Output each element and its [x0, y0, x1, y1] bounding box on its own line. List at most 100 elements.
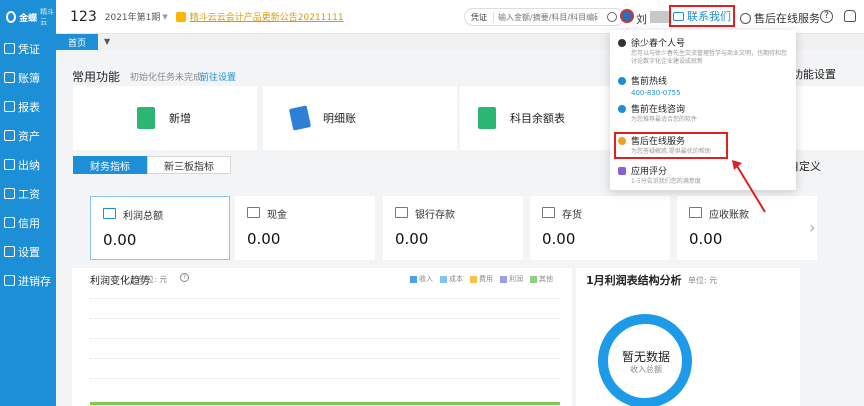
- go-setup-link[interactable]: 前往设置: [200, 70, 236, 83]
- sidebar-item-label: 账簿: [18, 71, 40, 85]
- sidebar-item-label: 报表: [18, 100, 40, 114]
- dropdown-item-founder-account[interactable]: 徐少春个人号 您可以与徐少春先生交流管理哲学与商业文明，也期待和您讨论数字化企业…: [618, 36, 790, 66]
- metric-card-total-profit[interactable]: 利润总额 0.00: [90, 196, 230, 260]
- tab-neeq-indicators[interactable]: 新三板指标: [147, 156, 231, 174]
- logo-icon: [6, 11, 17, 23]
- metric-card-receivables[interactable]: 应收账款 0.00: [677, 196, 817, 260]
- sidebar-item-report[interactable]: 报表: [0, 92, 56, 121]
- app-logo[interactable]: 金蝶 精斗云: [0, 0, 56, 34]
- metric-card-inventory[interactable]: 存货 0.00: [530, 196, 670, 260]
- structure-unit: 单位: 元: [688, 276, 718, 285]
- receivable-icon: [689, 207, 702, 218]
- legend-swatch: [410, 275, 417, 283]
- voucher-icon: [4, 43, 15, 54]
- chevron-right-icon[interactable]: ›: [809, 218, 815, 237]
- inventory-icon: [542, 207, 555, 218]
- hotline-number[interactable]: 400-830-0755: [631, 89, 790, 97]
- dropdown-item-app-rating[interactable]: 应用评分 1-5分告诉我们您的满意度: [618, 164, 790, 186]
- chat-icon: [673, 11, 684, 21]
- sidebar-item-cashier[interactable]: 出纳: [0, 150, 56, 179]
- dropdown-item-desc: 1-5分告诉我们您的满意度: [631, 178, 701, 185]
- phone-icon: [618, 76, 626, 85]
- sidebar-item-label: 信用: [18, 216, 40, 230]
- bell-icon[interactable]: [844, 10, 856, 22]
- shortcut-label: 明细账: [323, 112, 356, 125]
- sidebar-item-label: 工资: [18, 187, 40, 201]
- credit-icon: [4, 217, 15, 228]
- sidebar: 金蝶 精斗云 凭证 账簿 报表 资产 出纳 工资 信用 设置 进销存: [0, 0, 56, 406]
- bank-icon: [395, 207, 408, 218]
- period-selector[interactable]: 2021年第1期: [105, 10, 161, 23]
- shortcut-balance-sheet[interactable]: 科目余额表: [460, 86, 610, 150]
- asset-icon: [4, 130, 15, 141]
- sidebar-item-asset[interactable]: 资产: [0, 121, 56, 150]
- search-icon[interactable]: [607, 12, 617, 22]
- report-icon: [4, 101, 15, 112]
- sidebar-item-credit[interactable]: 信用: [0, 208, 56, 237]
- tab-home[interactable]: 首页: [56, 34, 98, 50]
- consult-icon: [618, 104, 626, 113]
- cashier-icon: [4, 159, 15, 170]
- ledger-icon: [4, 72, 15, 83]
- metric-label: 现金: [267, 210, 287, 221]
- metric-label: 存货: [562, 210, 582, 221]
- metric-card-cash[interactable]: 现金 0.00: [235, 196, 375, 260]
- avatar[interactable]: [620, 9, 634, 23]
- settings-icon: [4, 246, 15, 257]
- shortcut-detail-ledger[interactable]: 明细账: [263, 86, 457, 150]
- sidebar-item-ledger[interactable]: 账簿: [0, 63, 56, 92]
- sidebar-item-label: 进销存: [18, 274, 51, 288]
- dropdown-item-presales-consult[interactable]: 售前在线咨询 为您推荐最适合您的软件: [618, 102, 790, 124]
- no-data-subtext: 收入总额: [630, 365, 662, 374]
- income-structure-panel: 1月利润表结构分析 单位: 元 暂无数据 收入总额: [576, 268, 800, 406]
- account-number[interactable]: 123: [70, 9, 97, 25]
- legend-label: 其他: [539, 275, 553, 283]
- grid-line: [90, 358, 560, 359]
- search-type-select[interactable]: 凭证: [465, 11, 494, 23]
- sidebar-item-label: 凭证: [18, 42, 40, 56]
- metric-value: 0.00: [103, 231, 137, 249]
- shortcut-label: 新增: [169, 112, 191, 125]
- tab-financial-indicators[interactable]: 财务指标: [73, 156, 147, 174]
- metric-card-bank-deposit[interactable]: 银行存款 0.00: [383, 196, 523, 260]
- legend-item-expense[interactable]: 费用: [470, 274, 493, 284]
- user-name[interactable]: 刘: [636, 11, 647, 27]
- sidebar-item-label: 设置: [18, 245, 40, 259]
- help-icon[interactable]: ?: [820, 10, 833, 23]
- sidebar-item-inventory[interactable]: 进销存: [0, 266, 56, 295]
- legend-item-cost[interactable]: 成本: [440, 274, 463, 284]
- sidebar-item-voucher[interactable]: 凭证: [0, 34, 56, 63]
- after-sale-service-button[interactable]: 售后在线服务: [740, 10, 820, 26]
- contact-us-button[interactable]: 联系我们: [669, 5, 735, 27]
- search-input[interactable]: [498, 12, 598, 22]
- sidebar-item-settings[interactable]: 设置: [0, 237, 56, 266]
- after-sale-label: 售后在线服务: [754, 12, 820, 25]
- no-data-text: 暂无数据: [621, 350, 670, 364]
- dropdown-item-title: 徐少春个人号: [631, 39, 686, 49]
- inventory-icon: [4, 275, 15, 286]
- legend-label: 收入: [419, 275, 433, 283]
- shortcut-card-partial: [794, 86, 864, 150]
- cash-icon: [247, 207, 260, 218]
- legend-swatch: [530, 275, 537, 283]
- function-settings-button[interactable]: 功能设置: [792, 66, 836, 82]
- notice-link[interactable]: 精斗云云会计产品更新公告20211111: [190, 10, 344, 23]
- notice-icon: [175, 11, 186, 22]
- sidebar-item-label: 出纳: [18, 158, 40, 172]
- rating-icon: [618, 166, 626, 175]
- legend-item-income[interactable]: 收入: [410, 274, 433, 284]
- help-icon[interactable]: ?: [180, 273, 189, 282]
- logo-product: 精斗云: [40, 8, 55, 26]
- chevron-down-icon[interactable]: ▼: [162, 13, 167, 21]
- grid-line: [90, 298, 560, 299]
- dropdown-item-presales-hotline[interactable]: 售前热线 400-830-0755: [618, 74, 790, 97]
- sidebar-item-salary[interactable]: 工资: [0, 179, 56, 208]
- tab-menu-caret-icon[interactable]: ▼: [104, 37, 110, 46]
- metric-value: 0.00: [542, 230, 576, 248]
- dropdown-item-title: 售前热线: [631, 77, 668, 87]
- shortcut-add[interactable]: 新增: [73, 86, 257, 150]
- legend-item-profit[interactable]: 利润: [500, 274, 523, 284]
- legend-item-other[interactable]: 其他: [530, 274, 553, 284]
- metric-value: 0.00: [689, 230, 723, 248]
- top-bar: 123 2021年第1期 ▼ 精斗云云会计产品更新公告20211111 凭证 刘…: [56, 0, 864, 34]
